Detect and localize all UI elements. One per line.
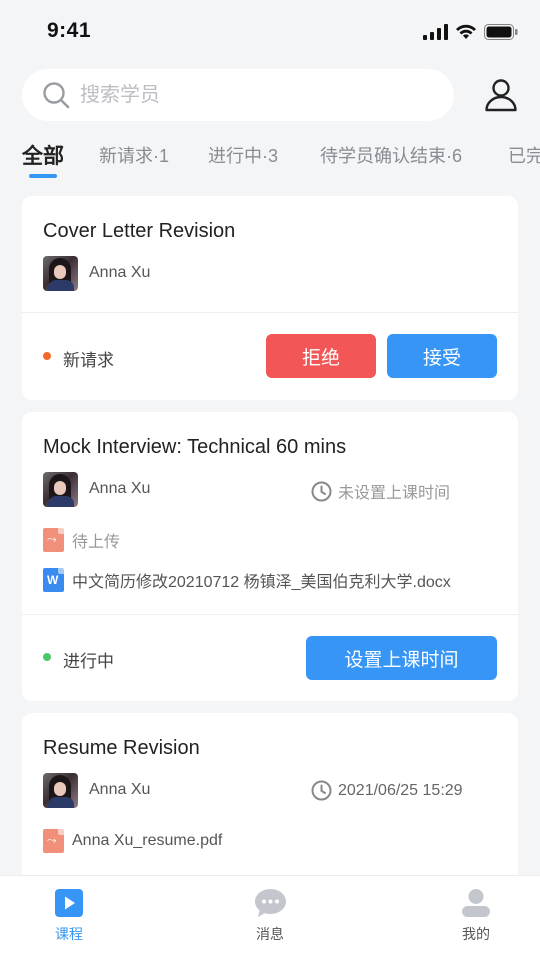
status-label: 进行中 [63, 652, 114, 671]
nav-label: 我的 [462, 926, 490, 942]
tab-indicator [29, 174, 57, 178]
course-card[interactable]: Mock Interview: Technical 60 mins Anna X… [22, 412, 518, 701]
pdf-file-icon: ⤳ [43, 528, 64, 552]
class-time-text: 2021/06/25 15:29 [338, 781, 463, 799]
course-title: Resume Revision [43, 737, 200, 759]
clock-icon [311, 481, 332, 501]
card-divider [22, 312, 518, 313]
tab-completed[interactable]: 已完 [508, 142, 540, 168]
status-label: 新请求 [63, 351, 114, 370]
profile-icon [462, 889, 490, 917]
tab-all[interactable]: 全部 [22, 140, 64, 170]
course-card[interactable]: Resume Revision Anna Xu 2021/06/25 15:29… [22, 713, 518, 893]
nav-courses[interactable]: 课程 [29, 888, 109, 944]
upload-status: 待上传 [72, 534, 121, 551]
nav-label: 消息 [256, 926, 284, 942]
course-play-icon [55, 889, 83, 917]
clock-icon [311, 780, 332, 801]
nav-profile[interactable]: 我的 [436, 888, 516, 944]
wifi-icon [456, 24, 476, 39]
battery-icon [484, 24, 518, 40]
course-title: Mock Interview: Technical 60 mins [43, 436, 347, 458]
class-time-text: 未设置上课时间 [338, 485, 451, 502]
card-divider [22, 614, 518, 615]
file-row[interactable]: W 中文简历修改20210712 杨镇泽_美国伯克利大学.docx [43, 568, 451, 592]
status-tabs: 全部 新请求·1 进行中·3 待学员确认结束·6 已完 [0, 138, 540, 182]
file-name: Anna Xu_resume.pdf [72, 832, 223, 849]
user-profile-icon[interactable] [483, 77, 519, 113]
reject-button[interactable]: 拒绝 [266, 334, 376, 378]
search-box[interactable] [22, 69, 454, 121]
course-card[interactable]: Cover Letter Revision Anna Xu 新请求 拒绝 接受 [22, 196, 518, 400]
avatar [43, 256, 78, 291]
nav-messages[interactable]: 消息 [230, 888, 310, 944]
status-icons [423, 24, 518, 40]
nav-label: 课程 [55, 926, 83, 942]
word-file-icon: W [43, 568, 64, 592]
accept-button[interactable]: 接受 [387, 334, 497, 378]
status-dot-icon [43, 653, 51, 661]
student-name: Anna Xu [89, 264, 151, 281]
class-time: 2021/06/25 15:29 [311, 780, 463, 801]
status-dot-icon [43, 352, 51, 360]
file-name: 中文简历修改20210712 杨镇泽_美国伯克利大学.docx [72, 574, 451, 591]
student-name: Anna Xu [89, 480, 151, 497]
message-bubble-icon [254, 889, 286, 917]
class-time: 未设置上课时间 [311, 479, 450, 503]
student-name: Anna Xu [89, 781, 151, 798]
file-row[interactable]: ⤳ Anna Xu_resume.pdf [43, 829, 222, 853]
avatar [43, 472, 78, 507]
search-icon [43, 82, 70, 109]
status-time: 9:41 [47, 19, 92, 42]
set-class-time-button[interactable]: 设置上课时间 [306, 636, 497, 680]
upload-row[interactable]: ⤳ 待上传 [43, 528, 120, 552]
course-title: Cover Letter Revision [43, 220, 236, 242]
signal-icon [423, 24, 448, 40]
avatar [43, 773, 78, 808]
status-bar: 9:41 [0, 0, 540, 62]
tab-pending-confirmation[interactable]: 待学员确认结束·6 [320, 142, 462, 168]
pdf-file-icon: ⤳ [43, 829, 64, 853]
search-input[interactable] [80, 83, 400, 107]
tab-in-progress[interactable]: 进行中·3 [208, 142, 278, 168]
tab-new-requests[interactable]: 新请求·1 [99, 142, 169, 168]
bottom-nav: 课程 消息 我的 [0, 875, 540, 960]
